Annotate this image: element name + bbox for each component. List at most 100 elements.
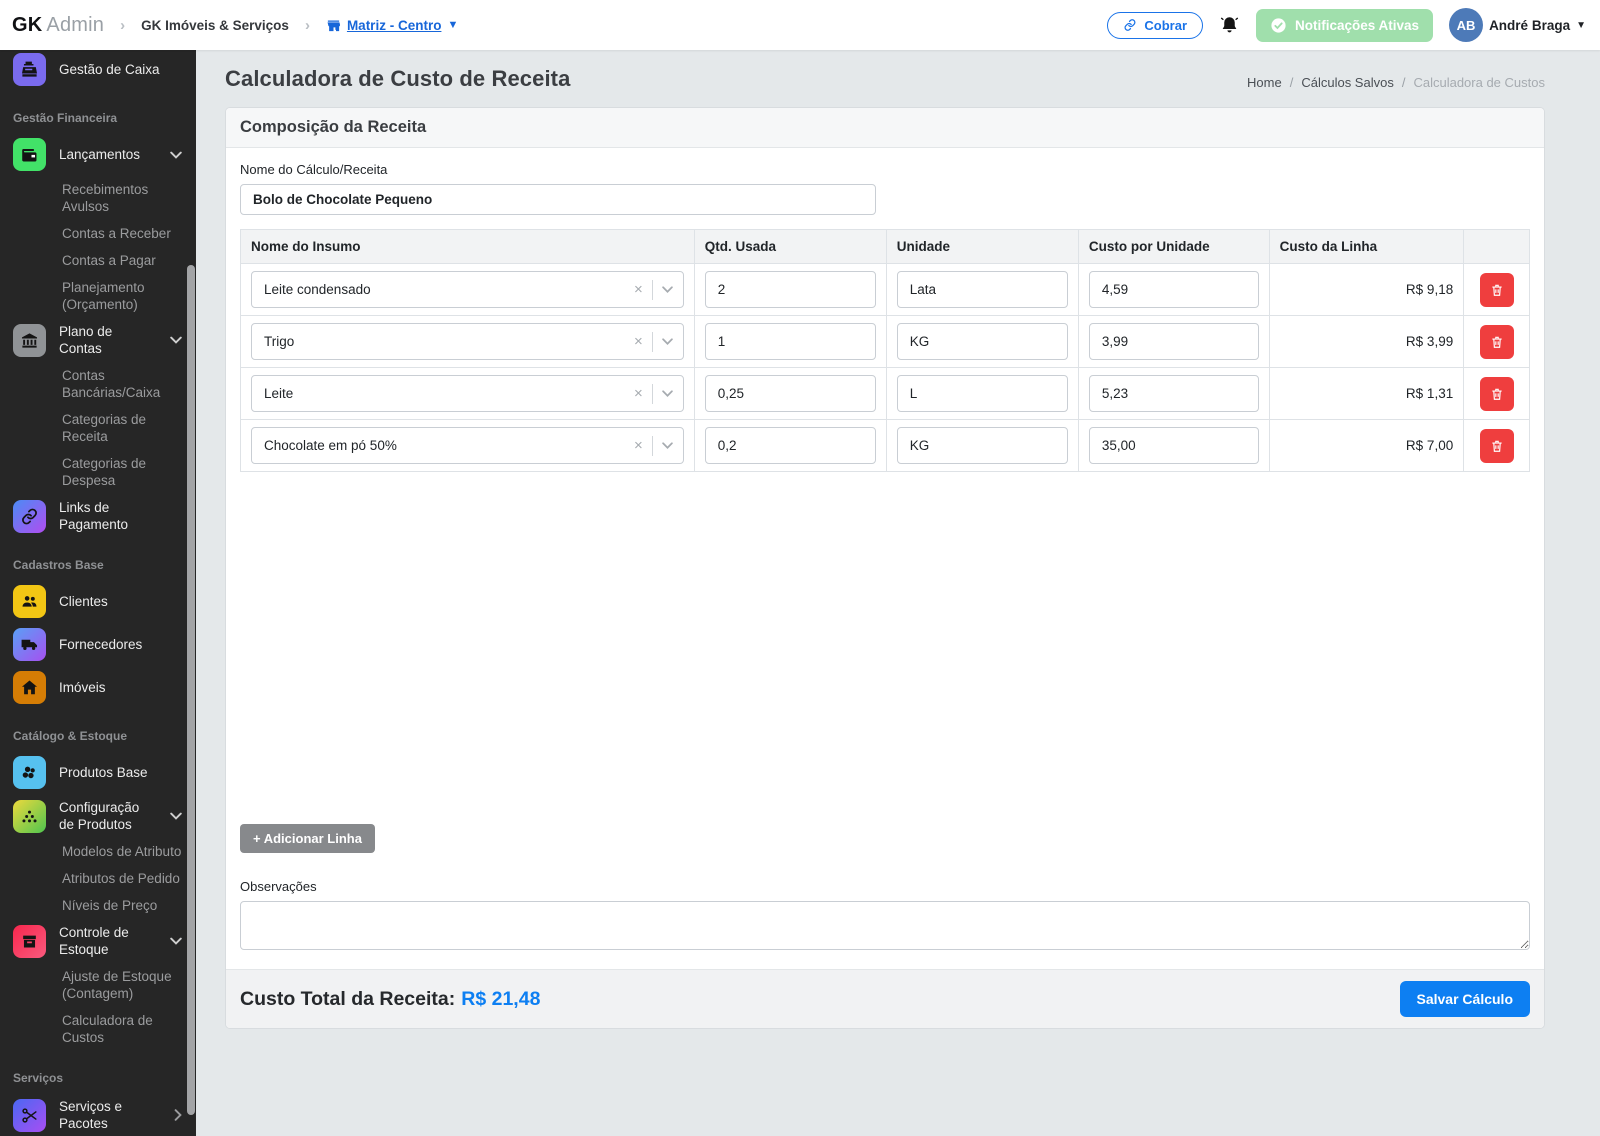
custo-da-linha-value: R$ 7,00 bbox=[1269, 420, 1464, 472]
sidebar-subitem-contas-a-receber[interactable]: Contas a Receber bbox=[0, 220, 196, 247]
app-logo[interactable]: GKAdmin bbox=[12, 14, 104, 37]
sidebar-item-fornecedores[interactable]: Fornecedores bbox=[0, 623, 196, 666]
sidebar-item-imoveis[interactable]: Imóveis bbox=[0, 666, 196, 709]
user-menu[interactable]: AB André Braga ▼ bbox=[1449, 8, 1586, 42]
breadcrumb: Home / Cálculos Salvos / Calculadora de … bbox=[1247, 75, 1545, 92]
sidebar-item-label: Plano de Contas bbox=[59, 323, 157, 357]
recipe-name-label: Nome do Cálculo/Receita bbox=[240, 162, 1530, 177]
insumo-value: Leite bbox=[264, 386, 634, 401]
unidade-input[interactable] bbox=[897, 427, 1068, 464]
sidebar-item-links-de-pagamento[interactable]: Links de Pagamento bbox=[0, 494, 196, 538]
total-cost-line: Custo Total da Receita:R$ 21,48 bbox=[240, 988, 540, 1011]
sidebar-item-configuracao-de-produtos[interactable]: Configuração de Produtos bbox=[0, 794, 196, 838]
company-breadcrumb[interactable]: GK Imóveis & Serviços bbox=[141, 18, 289, 33]
trash-icon bbox=[1490, 439, 1504, 453]
combo-divider bbox=[652, 280, 653, 300]
unidade-input[interactable] bbox=[897, 323, 1068, 360]
sidebar-subitem-contas-a-pagar[interactable]: Contas a Pagar bbox=[0, 247, 196, 274]
breadcrumb-separator-icon: › bbox=[305, 17, 310, 34]
sidebar-item-label: Serviços e Pacotes bbox=[59, 1098, 161, 1132]
custo-por-unidade-input[interactable] bbox=[1089, 375, 1259, 412]
sidebar-item-lancamentos[interactable]: Lançamentos bbox=[0, 133, 196, 176]
unidade-input[interactable] bbox=[897, 271, 1068, 308]
app-window: GKAdmin › GK Imóveis & Serviços › Matriz… bbox=[0, 0, 1600, 1136]
clear-selection-icon[interactable]: × bbox=[634, 334, 643, 349]
sidebar-item-produtos-base[interactable]: Produtos Base bbox=[0, 751, 196, 794]
config-icon bbox=[13, 800, 46, 833]
combo-divider bbox=[652, 332, 653, 352]
save-calculation-button[interactable]: Salvar Cálculo bbox=[1400, 981, 1531, 1017]
chevron-down-icon[interactable] bbox=[662, 338, 673, 345]
custo-por-unidade-input[interactable] bbox=[1089, 323, 1259, 360]
unidade-input[interactable] bbox=[897, 375, 1068, 412]
cobrar-button[interactable]: Cobrar bbox=[1107, 12, 1203, 39]
custo-por-unidade-input[interactable] bbox=[1089, 271, 1259, 308]
scissors-icon bbox=[13, 1099, 46, 1132]
branch-selector[interactable]: Matriz - Centro ▼ bbox=[326, 18, 458, 33]
sidebar: Gestão de CaixaGestão FinanceiraLançamen… bbox=[0, 50, 196, 1136]
clear-selection-icon[interactable]: × bbox=[634, 386, 643, 401]
sidebar-subitem-planejamento-orcamento[interactable]: Planejamento (Orçamento) bbox=[0, 274, 196, 318]
insumo-combobox[interactable]: Leite× bbox=[251, 375, 684, 412]
qtd-usada-input[interactable] bbox=[705, 427, 876, 464]
delete-row-button[interactable] bbox=[1480, 273, 1514, 307]
sidebar-subitem-modelos-de-atributo[interactable]: Modelos de Atributo bbox=[0, 838, 196, 865]
observations-textarea[interactable] bbox=[240, 901, 1530, 950]
sidebar-subitem-recebimentos-avulsos[interactable]: Recebimentos Avulsos bbox=[0, 176, 196, 220]
sidebar-subitem-atributos-de-pedido[interactable]: Atributos de Pedido bbox=[0, 865, 196, 892]
recipe-card: Composição da Receita Nome do Cálculo/Re… bbox=[225, 107, 1545, 1029]
delete-row-button[interactable] bbox=[1480, 377, 1514, 411]
insumo-combobox[interactable]: Chocolate em pó 50%× bbox=[251, 427, 684, 464]
notifications-active-button[interactable]: Notificações Ativas bbox=[1256, 9, 1433, 42]
delete-row-button[interactable] bbox=[1480, 325, 1514, 359]
chevron-down-icon[interactable] bbox=[662, 390, 673, 397]
avatar[interactable]: AB bbox=[1449, 8, 1483, 42]
sidebar-subitem-categorias-de-despesa[interactable]: Categorias de Despesa bbox=[0, 450, 196, 494]
qtd-usada-input[interactable] bbox=[705, 375, 876, 412]
sidebar-subitem-niveis-de-preco[interactable]: Níveis de Preço bbox=[0, 892, 196, 919]
trash-icon bbox=[1490, 335, 1504, 349]
sidebar-item-controle-de-estoque[interactable]: Controle de Estoque bbox=[0, 919, 196, 963]
chevron-down-icon[interactable] bbox=[662, 442, 673, 449]
card-footer: Custo Total da Receita:R$ 21,48 Salvar C… bbox=[226, 969, 1544, 1028]
add-row-button[interactable]: + Adicionar Linha bbox=[240, 824, 375, 853]
sidebar-nav: Gestão de CaixaGestão FinanceiraLançamen… bbox=[0, 50, 196, 1136]
qtd-usada-input[interactable] bbox=[705, 323, 876, 360]
clear-selection-icon[interactable]: × bbox=[634, 438, 643, 453]
recipe-name-input[interactable] bbox=[240, 184, 876, 215]
sidebar-item-clientes[interactable]: Clientes bbox=[0, 580, 196, 623]
sidebar-subitem-ajuste-de-estoque-contagem[interactable]: Ajuste de Estoque (Contagem) bbox=[0, 963, 196, 1007]
sidebar-item-servicos-e-pacotes[interactable]: Serviços e Pacotes bbox=[0, 1093, 196, 1136]
clear-selection-icon[interactable]: × bbox=[634, 282, 643, 297]
breadcrumb-separator: / bbox=[1402, 75, 1406, 90]
sidebar-subitem-calculadora-de-custos[interactable]: Calculadora de Custos bbox=[0, 1007, 196, 1051]
sidebar-item-plano-de-contas[interactable]: Plano de Contas bbox=[0, 318, 196, 362]
delete-row-button[interactable] bbox=[1480, 429, 1514, 463]
breadcrumb-home[interactable]: Home bbox=[1247, 75, 1282, 90]
chevron-down-icon bbox=[170, 937, 184, 945]
insumo-combobox[interactable]: Trigo× bbox=[251, 323, 684, 360]
page-title: Calculadora de Custo de Receita bbox=[225, 66, 570, 92]
qtd-usada-input[interactable] bbox=[705, 271, 876, 308]
sidebar-subitem-categorias-de-receita[interactable]: Categorias de Receita bbox=[0, 406, 196, 450]
cobrar-label: Cobrar bbox=[1144, 18, 1187, 33]
chevron-down-icon[interactable] bbox=[662, 286, 673, 293]
sidebar-item-gestao-de-caixa[interactable]: Gestão de Caixa bbox=[0, 50, 196, 91]
breadcrumb-separator-icon: › bbox=[120, 17, 125, 34]
ingredient-row: Chocolate em pó 50%× R$ 7,00 bbox=[241, 420, 1530, 472]
ingredient-row: Trigo×R$ 3,99 bbox=[241, 316, 1530, 368]
ingredient-row: Leite×R$ 1,31 bbox=[241, 368, 1530, 420]
branch-link[interactable]: Matriz - Centro bbox=[347, 18, 442, 33]
sidebar-subitem-contas-bancarias-caixa[interactable]: Contas Bancárias/Caixa bbox=[0, 362, 196, 406]
sidebar-scrollbar[interactable] bbox=[187, 265, 195, 1115]
notifications-bell-button[interactable] bbox=[1219, 15, 1240, 36]
bell-icon bbox=[1219, 15, 1240, 36]
notifications-active-label: Notificações Ativas bbox=[1295, 18, 1419, 33]
breadcrumb-calculos-salvos[interactable]: Cálculos Salvos bbox=[1301, 75, 1394, 90]
custo-por-unidade-input[interactable] bbox=[1089, 427, 1259, 464]
logo-bold: GK bbox=[12, 14, 42, 36]
sidebar-item-label: Links de Pagamento bbox=[59, 499, 165, 533]
sidebar-item-label: Controle de Estoque bbox=[59, 924, 157, 958]
insumo-combobox[interactable]: Leite condensado× bbox=[251, 271, 684, 308]
insumo-value: Leite condensado bbox=[264, 282, 634, 297]
